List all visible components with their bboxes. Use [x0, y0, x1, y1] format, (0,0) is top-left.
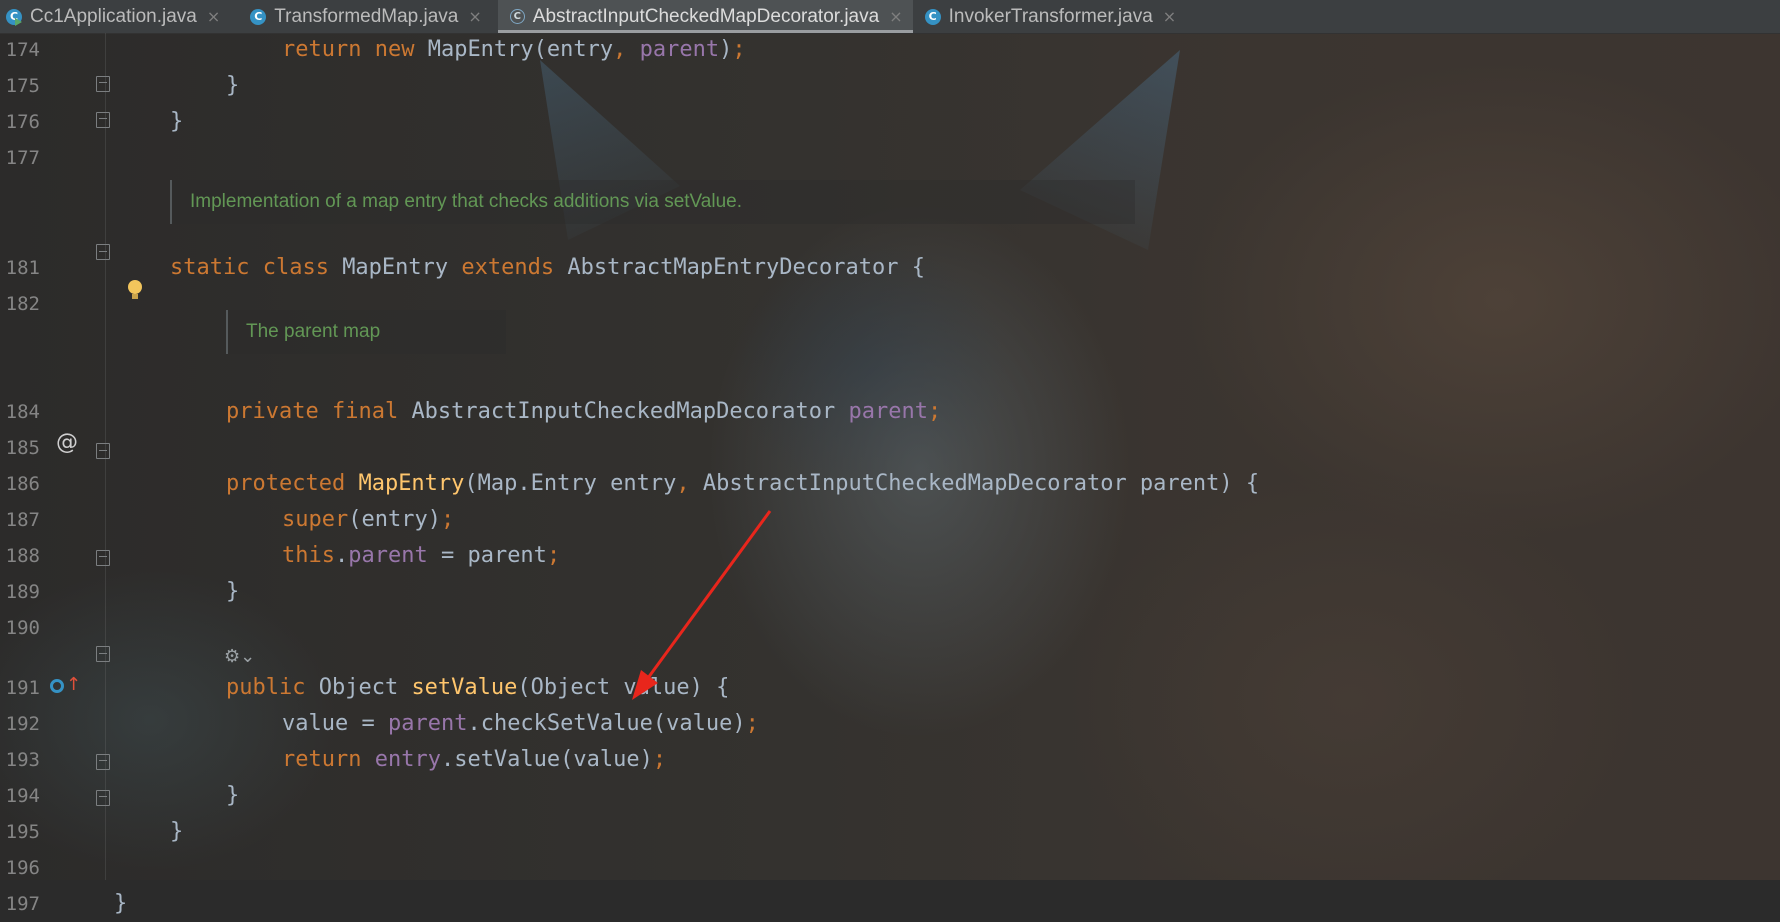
tab-abstractinputcheckedmapdecorator[interactable]: C AbstractInputCheckedMapDecorator.java … [497, 0, 913, 33]
close-icon[interactable]: × [207, 7, 220, 26]
abstract-class-icon: C [509, 9, 525, 24]
java-class-icon: C [250, 8, 267, 25]
line-number: 197 [5, 893, 40, 915]
tab-transformedmap[interactable]: C TransformedMap.java × [244, 0, 492, 33]
editor-tab-bar: C Cc1Application.java × C TransformedMap… [0, 0, 1780, 34]
close-icon[interactable]: × [468, 7, 481, 26]
code-line-197: } [114, 891, 128, 916]
tab-label: Cc1Application.java [30, 5, 197, 27]
close-icon[interactable]: × [1163, 7, 1176, 26]
close-icon[interactable]: × [889, 7, 902, 26]
tab-invokertransformer[interactable]: C InvokerTransformer.java × [919, 0, 1187, 33]
annotation-arrow [632, 510, 772, 700]
tab-label: InvokerTransformer.java [948, 5, 1153, 27]
java-class-icon: C [924, 8, 941, 25]
tab-cc1application[interactable]: C Cc1Application.java × [0, 0, 230, 33]
tab-label: AbstractInputCheckedMapDecorator.java [532, 5, 880, 27]
tab-label: TransformedMap.java [274, 5, 459, 27]
code-editor[interactable]: 174 175 176 177 181 182 184 185 186 187 … [0, 33, 1780, 916]
java-class-run-icon: C [6, 8, 22, 26]
